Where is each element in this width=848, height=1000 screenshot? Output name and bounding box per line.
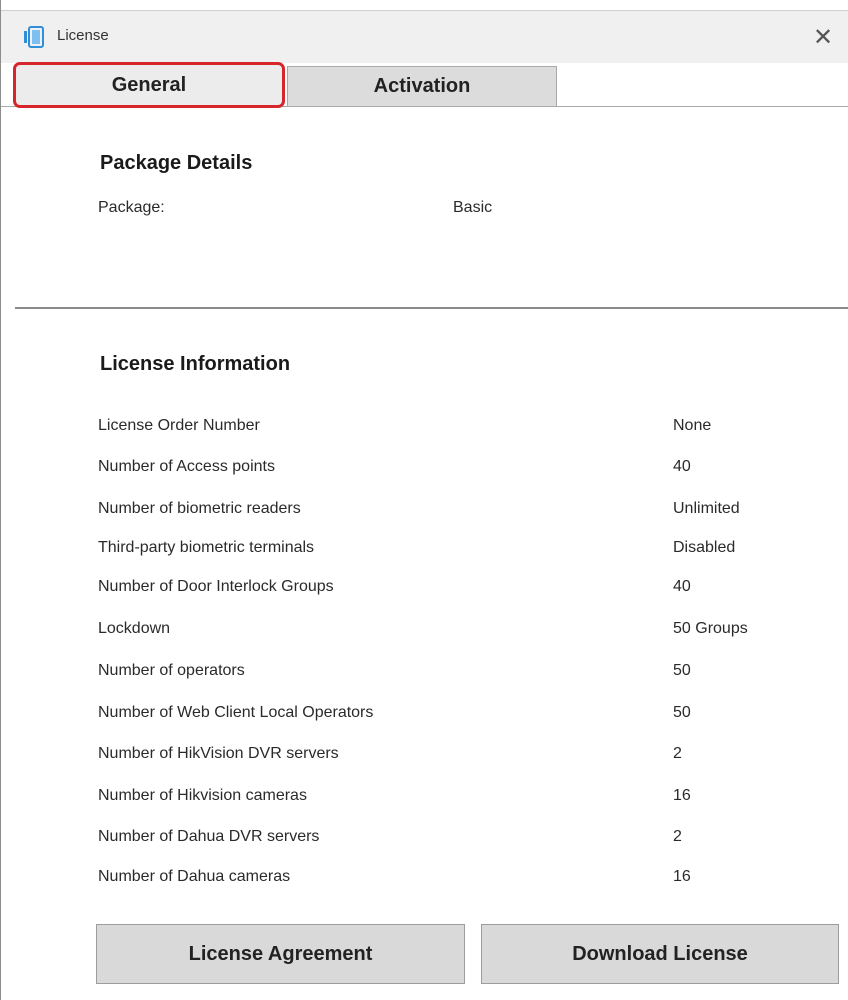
title-bar: License ✕ (1, 10, 848, 63)
license-row: Number of Access points 40 (1, 458, 848, 488)
license-row-value: 16 (673, 787, 691, 804)
license-row-value: 40 (673, 578, 691, 595)
license-row-label: Number of Dahua DVR servers (98, 828, 320, 845)
license-row-value: 2 (673, 828, 682, 845)
license-row: Number of biometric readers Unlimited (1, 500, 848, 530)
close-button[interactable]: ✕ (805, 19, 841, 55)
license-dialog: License ✕ General Activation Package Det… (0, 0, 848, 1000)
license-row-value: None (673, 417, 712, 434)
license-row: Number of Dahua cameras 16 (1, 868, 848, 898)
license-row-label: Number of Dahua cameras (98, 868, 291, 885)
license-agreement-label: License Agreement (188, 942, 373, 965)
section-divider (15, 307, 848, 309)
license-row: Number of Hikvision cameras 16 (1, 787, 848, 817)
license-row-label: Number of Hikvision cameras (98, 787, 307, 804)
package-value: Basic (453, 199, 493, 216)
license-information-title: License Information (100, 353, 291, 375)
license-row-label: Third-party biometric terminals (98, 539, 315, 556)
license-row-label: Number of Access points (98, 458, 275, 475)
package-details-title: Package Details (100, 152, 253, 174)
package-label: Package: (98, 199, 165, 216)
license-app-icon (23, 26, 45, 48)
license-row: Third-party biometric terminals Disabled (1, 539, 848, 569)
license-row: Lockdown 50 Groups (1, 620, 848, 650)
license-row-value: 16 (673, 868, 691, 885)
license-row: Number of HikVision DVR servers 2 (1, 745, 848, 775)
license-row: Number of Door Interlock Groups 40 (1, 578, 848, 608)
license-row-value: 2 (673, 745, 682, 762)
license-row-label: Lockdown (98, 620, 171, 637)
license-row-label: Number of biometric readers (98, 500, 301, 517)
license-row-label: License Order Number (98, 417, 260, 434)
license-row-label: Number of operators (98, 662, 245, 679)
license-row-label: Number of Door Interlock Groups (98, 578, 334, 595)
tab-strip: General Activation (1, 62, 848, 108)
download-license-label: Download License (572, 942, 748, 965)
license-row-label: Number of Web Client Local Operators (98, 704, 374, 721)
download-license-button[interactable]: Download License (481, 924, 839, 984)
tab-general[interactable]: General (13, 62, 285, 108)
license-row: License Order Number None (1, 417, 848, 447)
license-row-value: Disabled (673, 539, 736, 556)
license-row-value: 40 (673, 458, 691, 475)
tab-activation[interactable]: Activation (287, 66, 557, 106)
license-row-value: 50 (673, 662, 691, 679)
license-row-label: Number of HikVision DVR servers (98, 745, 339, 762)
license-row-value: Unlimited (673, 500, 740, 517)
license-row-value: 50 Groups (673, 620, 748, 637)
license-row: Number of operators 50 (1, 662, 848, 692)
license-row: Number of Dahua DVR servers 2 (1, 828, 848, 858)
window-title: License (57, 27, 109, 44)
close-icon: ✕ (812, 23, 834, 51)
tab-activation-label: Activation (373, 75, 471, 97)
license-row: Number of Web Client Local Operators 50 (1, 704, 848, 734)
tab-general-label: General (111, 73, 187, 96)
license-agreement-button[interactable]: License Agreement (96, 924, 465, 984)
license-row-value: 50 (673, 704, 691, 721)
